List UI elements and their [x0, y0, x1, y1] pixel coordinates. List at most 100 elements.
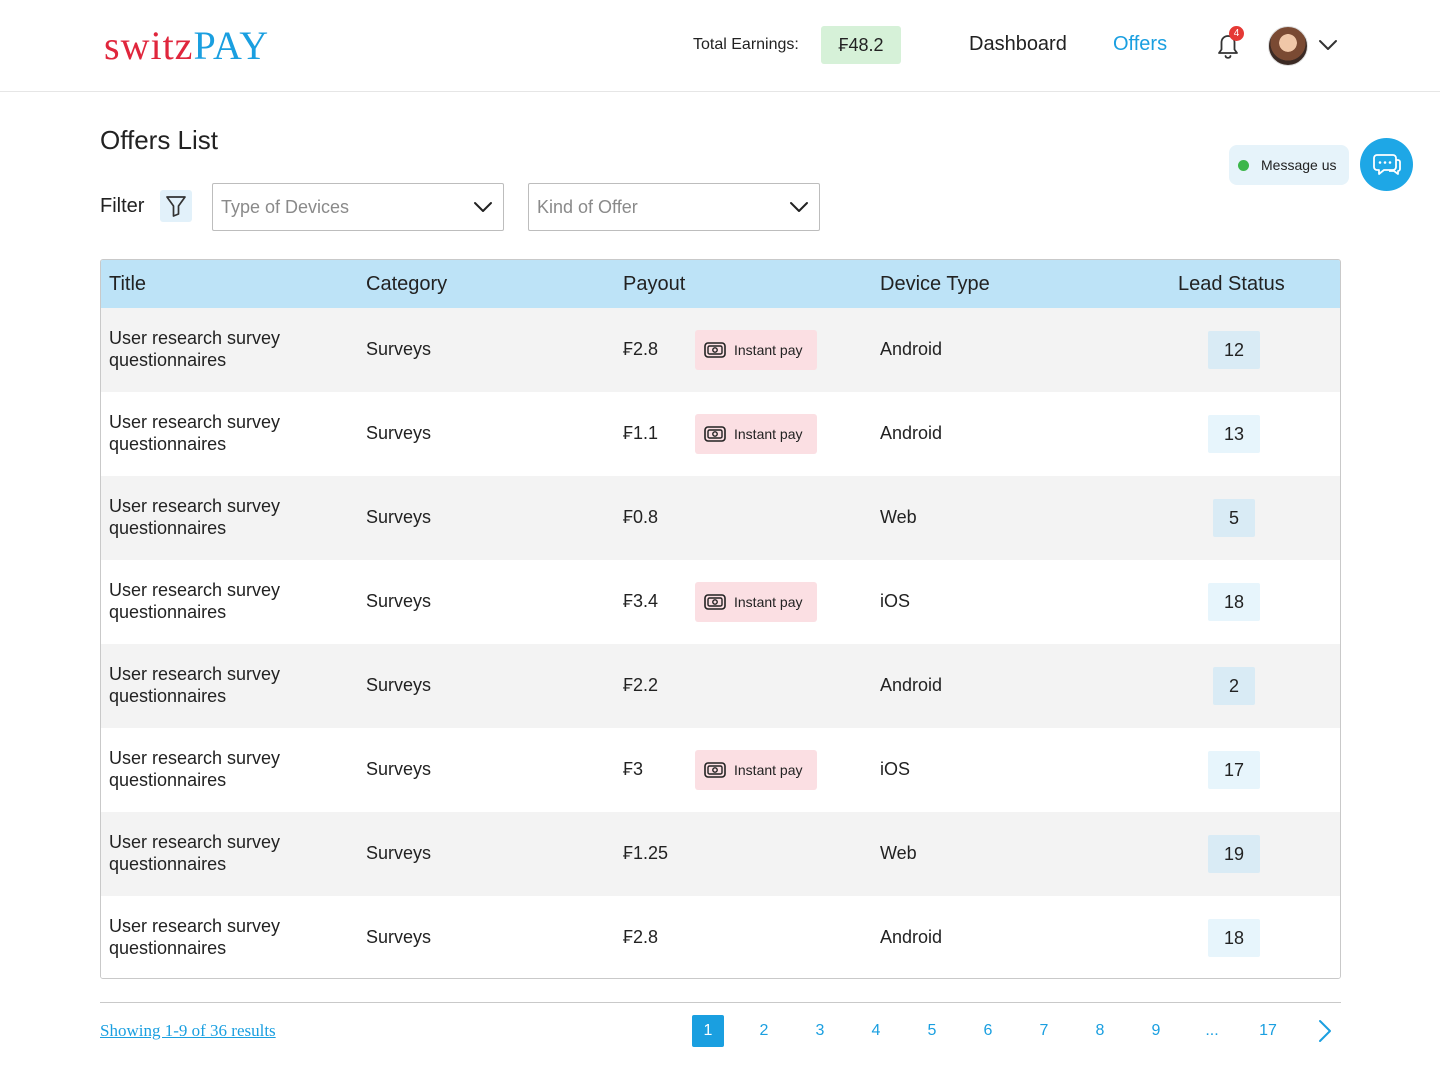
- instant-pay-badge: Instant pay: [695, 330, 817, 370]
- table-row[interactable]: User research survey questionnaires Surve…: [101, 392, 1340, 476]
- instant-pay-badge: Instant pay: [695, 414, 817, 454]
- kind-of-offer-placeholder: Kind of Offer: [537, 197, 638, 217]
- offer-category: Surveys: [366, 927, 432, 947]
- switzpay-logo[interactable]: switzPAY: [104, 24, 269, 68]
- table-row[interactable]: User research survey questionnaires Surve…: [101, 560, 1340, 644]
- table-row[interactable]: User research survey questionnaires Surve…: [101, 308, 1340, 392]
- offer-device-type: Android: [880, 423, 943, 443]
- offer-title: User research survey questionnaires: [109, 664, 281, 706]
- kind-of-offer-select[interactable]: Kind of Offer: [528, 183, 820, 231]
- offer-category: Surveys: [366, 843, 432, 863]
- offer-title: User research survey questionnaires: [109, 916, 281, 958]
- offer-category: Surveys: [366, 339, 432, 359]
- chevron-down-icon: [790, 202, 808, 212]
- notification-badge: 4: [1229, 26, 1244, 41]
- device-type-select[interactable]: Type of Devices: [212, 183, 504, 231]
- logo-part-switz: switz: [104, 23, 194, 68]
- page-5-button[interactable]: 5: [916, 1015, 948, 1047]
- chat-button[interactable]: [1360, 138, 1413, 191]
- page-17-button[interactable]: 17: [1252, 1015, 1284, 1047]
- offer-title: User research survey questionnaires: [109, 580, 281, 622]
- offer-category: Surveys: [366, 507, 432, 527]
- cash-icon: [704, 426, 726, 442]
- instant-pay-label: Instant pay: [734, 426, 803, 442]
- pagination-ellipsis: ...: [1205, 1022, 1219, 1039]
- page-6-button[interactable]: 6: [972, 1015, 1004, 1047]
- total-earnings-value: ₣48.2: [821, 26, 901, 64]
- page-1-button[interactable]: 1: [692, 1015, 724, 1047]
- instant-pay-badge: Instant pay: [695, 582, 817, 622]
- offer-payout: ₣2.8: [623, 927, 659, 947]
- offer-device-type: Web: [880, 843, 917, 863]
- offer-title: User research survey questionnaires: [109, 832, 281, 874]
- lead-status-badge: 12: [1208, 331, 1260, 369]
- page-4-button[interactable]: 4: [860, 1015, 892, 1047]
- offer-title: User research survey questionnaires: [109, 496, 281, 538]
- chat-bubble-icon: [1373, 154, 1401, 175]
- filter-button[interactable]: [160, 190, 192, 222]
- logo-part-pay: PAY: [193, 23, 270, 68]
- header-device-type[interactable]: Device Type: [880, 260, 990, 308]
- divider: [100, 1002, 1341, 1003]
- offer-category: Surveys: [366, 759, 432, 779]
- offers-table: Title Category Payout Device Type Lead S…: [100, 259, 1341, 979]
- lead-status-badge: 18: [1208, 919, 1260, 957]
- table-header: Title Category Payout Device Type Lead S…: [101, 260, 1340, 308]
- page-3-button[interactable]: 3: [804, 1015, 836, 1047]
- chevron-right-icon[interactable]: [1314, 1019, 1334, 1043]
- instant-pay-label: Instant pay: [734, 342, 803, 358]
- total-earnings-label: Total Earnings:: [693, 36, 799, 53]
- lead-status-badge: 2: [1213, 667, 1255, 705]
- page-9-button[interactable]: 9: [1140, 1015, 1172, 1047]
- page-7-button[interactable]: 7: [1028, 1015, 1060, 1047]
- funnel-icon: [166, 196, 186, 217]
- offer-device-type: Android: [880, 675, 943, 695]
- table-row[interactable]: User research survey questionnaires Surve…: [101, 896, 1340, 978]
- header-title[interactable]: Title: [109, 260, 146, 308]
- offer-payout: ₣1.1: [623, 423, 659, 443]
- results-summary-link[interactable]: Showing 1-9 of 36 results: [100, 1021, 276, 1041]
- offer-title: User research survey questionnaires: [109, 412, 281, 454]
- offer-title: User research survey questionnaires: [109, 748, 281, 790]
- chevron-down-icon: [474, 202, 492, 212]
- offer-device-type: Android: [880, 339, 943, 359]
- offer-category: Surveys: [366, 591, 432, 611]
- header-lead-status[interactable]: Lead Status: [1178, 260, 1285, 308]
- offer-title: User research survey questionnaires: [109, 328, 281, 370]
- offer-payout: ₣0.8: [623, 507, 659, 527]
- offer-device-type: iOS: [880, 591, 911, 611]
- lead-status-badge: 17: [1208, 751, 1260, 789]
- offer-payout: ₣1.25: [623, 843, 669, 863]
- nav-offers-link[interactable]: Offers: [1113, 33, 1167, 56]
- offer-payout: ₣3: [623, 759, 644, 779]
- lead-status-badge: 13: [1208, 415, 1260, 453]
- table-row[interactable]: User research survey questionnaires Surve…: [101, 476, 1340, 560]
- top-header: switzPAY Total Earnings: ₣48.2 Dashboard…: [0, 0, 1440, 92]
- instant-pay-badge: Instant pay: [695, 750, 817, 790]
- user-avatar[interactable]: [1268, 26, 1308, 66]
- offer-category: Surveys: [366, 675, 432, 695]
- offer-payout: ₣2.8: [623, 339, 659, 359]
- cash-icon: [704, 762, 726, 778]
- offer-device-type: Web: [880, 507, 917, 527]
- chevron-down-icon[interactable]: [1318, 38, 1338, 52]
- header-payout[interactable]: Payout: [623, 260, 685, 308]
- lead-status-badge: 18: [1208, 583, 1260, 621]
- page-2-button[interactable]: 2: [748, 1015, 780, 1047]
- table-row[interactable]: User research survey questionnaires Surve…: [101, 728, 1340, 812]
- offer-payout: ₣3.4: [623, 591, 659, 611]
- offer-device-type: Android: [880, 927, 943, 947]
- online-status-dot: [1238, 160, 1249, 171]
- table-row[interactable]: User research survey questionnaires Surve…: [101, 644, 1340, 728]
- instant-pay-label: Instant pay: [734, 762, 803, 778]
- table-row[interactable]: User research survey questionnaires Surve…: [101, 812, 1340, 896]
- header-category[interactable]: Category: [366, 260, 447, 308]
- offer-device-type: iOS: [880, 759, 911, 779]
- page-8-button[interactable]: 8: [1084, 1015, 1116, 1047]
- cash-icon: [704, 594, 726, 610]
- nav-dashboard-link[interactable]: Dashboard: [969, 33, 1067, 56]
- device-type-placeholder: Type of Devices: [221, 197, 350, 217]
- lead-status-badge: 5: [1213, 499, 1255, 537]
- offer-payout: ₣2.2: [623, 675, 659, 695]
- lead-status-badge: 19: [1208, 835, 1260, 873]
